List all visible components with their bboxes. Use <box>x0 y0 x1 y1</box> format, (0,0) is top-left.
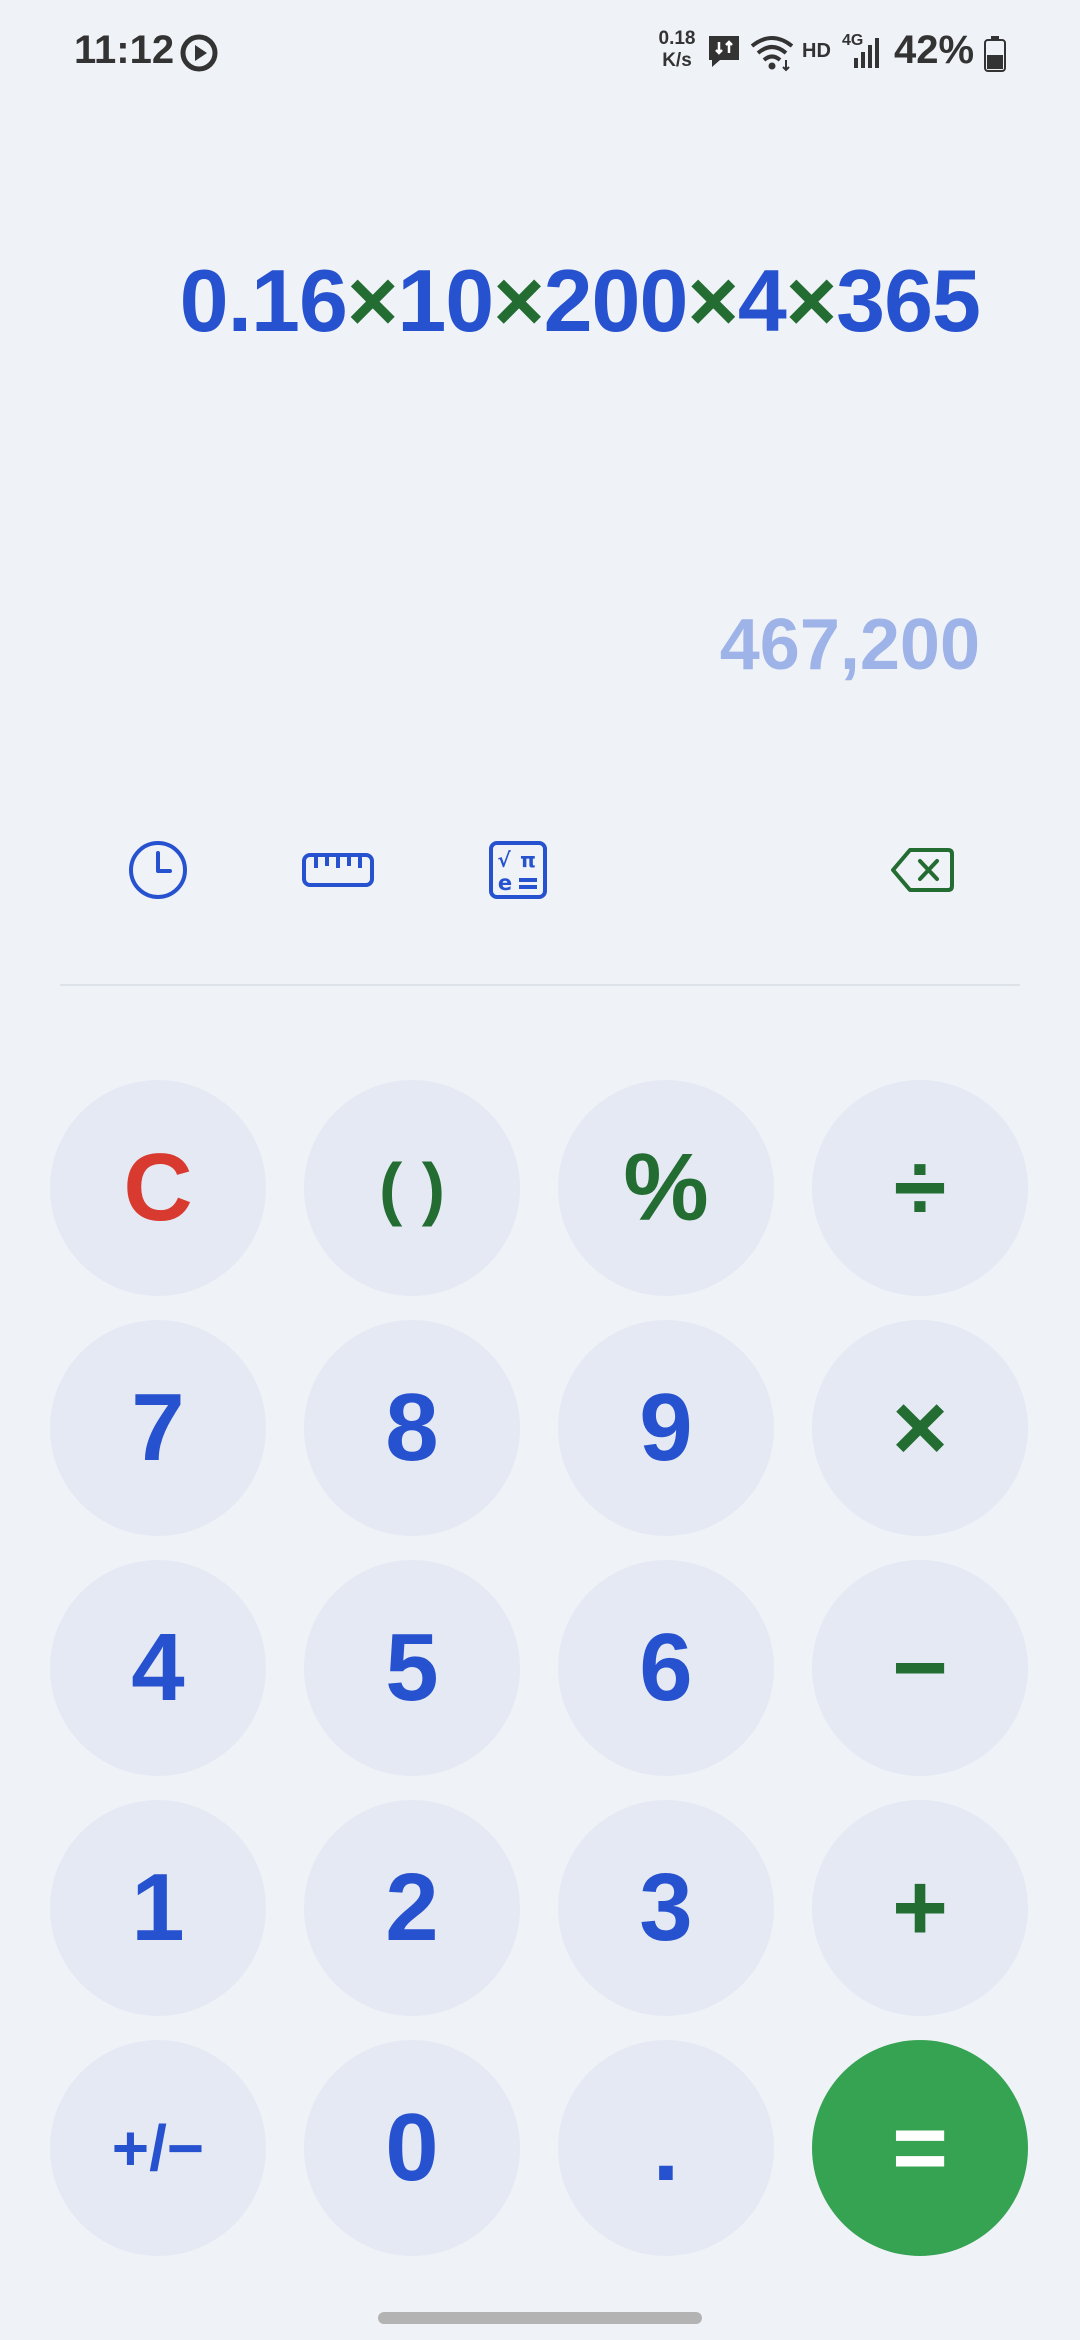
hd-indicator: HD <box>802 40 831 62</box>
expression-operator: × <box>493 251 544 350</box>
digit-8-button[interactable]: 8 <box>304 1320 520 1536</box>
expression-number: 4 <box>737 251 787 350</box>
wifi-icon <box>750 36 794 72</box>
expression-number: 200 <box>543 251 689 350</box>
divide-button[interactable]: ÷ <box>812 1080 1028 1296</box>
network-speed: 0.18 K/s <box>652 28 702 72</box>
svg-text:e: e <box>498 871 512 895</box>
clock-icon <box>129 841 187 899</box>
result-preview: 467,200 <box>719 605 980 685</box>
decimal-point-button[interactable]: . <box>558 2040 774 2256</box>
equals-button[interactable]: = <box>812 2040 1028 2256</box>
expression-display[interactable]: 0.16×10×200×4×365 <box>179 250 981 352</box>
digit-5-button[interactable]: 5 <box>304 1560 520 1776</box>
digit-7-button[interactable]: 7 <box>50 1320 266 1536</box>
svg-text:√: √ <box>497 848 511 872</box>
digit-1-button[interactable]: 1 <box>50 1800 266 2016</box>
network-speed-value: 0.18 <box>658 28 696 49</box>
expression-number: 0.16 <box>179 251 348 350</box>
clear-button[interactable]: C <box>50 1080 266 1296</box>
scientific-mode-button[interactable]: √ π e <box>478 834 558 906</box>
digit-2-button[interactable]: 2 <box>304 1800 520 2016</box>
ruler-icon <box>302 853 374 887</box>
svg-text:π: π <box>520 848 536 872</box>
status-time: 11:12 <box>74 28 175 72</box>
battery-icon <box>984 36 1006 72</box>
keypad-divider <box>60 984 1020 986</box>
digit-9-button[interactable]: 9 <box>558 1320 774 1536</box>
media-play-icon <box>180 34 218 72</box>
digit-3-button[interactable]: 3 <box>558 1800 774 2016</box>
backspace-button[interactable] <box>882 834 962 906</box>
multiply-button[interactable]: × <box>812 1320 1028 1536</box>
status-bar: 11:12 0.18 K/s HD 4G 42% <box>0 0 1080 104</box>
expression-number: 10 <box>397 251 494 350</box>
backspace-icon <box>891 848 954 892</box>
toggle-sign-button[interactable]: +/− <box>50 2040 266 2256</box>
expression-operator: × <box>687 251 738 350</box>
home-indicator[interactable] <box>378 2312 702 2324</box>
digit-0-button[interactable]: 0 <box>304 2040 520 2256</box>
signal-strength-icon <box>854 38 879 68</box>
message-transfer-icon <box>709 36 739 67</box>
expression-operator: × <box>346 251 398 350</box>
network-speed-unit: K/s <box>662 50 692 71</box>
parentheses-button[interactable]: ( ) <box>304 1080 520 1296</box>
digit-6-button[interactable]: 6 <box>558 1560 774 1776</box>
add-button[interactable]: + <box>812 1800 1028 2016</box>
battery-percentage: 42% <box>894 28 975 72</box>
expression-number: 365 <box>836 251 981 350</box>
percent-button[interactable]: % <box>558 1080 774 1296</box>
expression-operator: × <box>785 251 837 350</box>
history-button[interactable] <box>118 834 198 906</box>
scientific-calculator-icon: √ π e <box>489 841 547 899</box>
unit-converter-button[interactable] <box>298 834 378 906</box>
digit-4-button[interactable]: 4 <box>50 1560 266 1776</box>
subtract-button[interactable]: − <box>812 1560 1028 1776</box>
